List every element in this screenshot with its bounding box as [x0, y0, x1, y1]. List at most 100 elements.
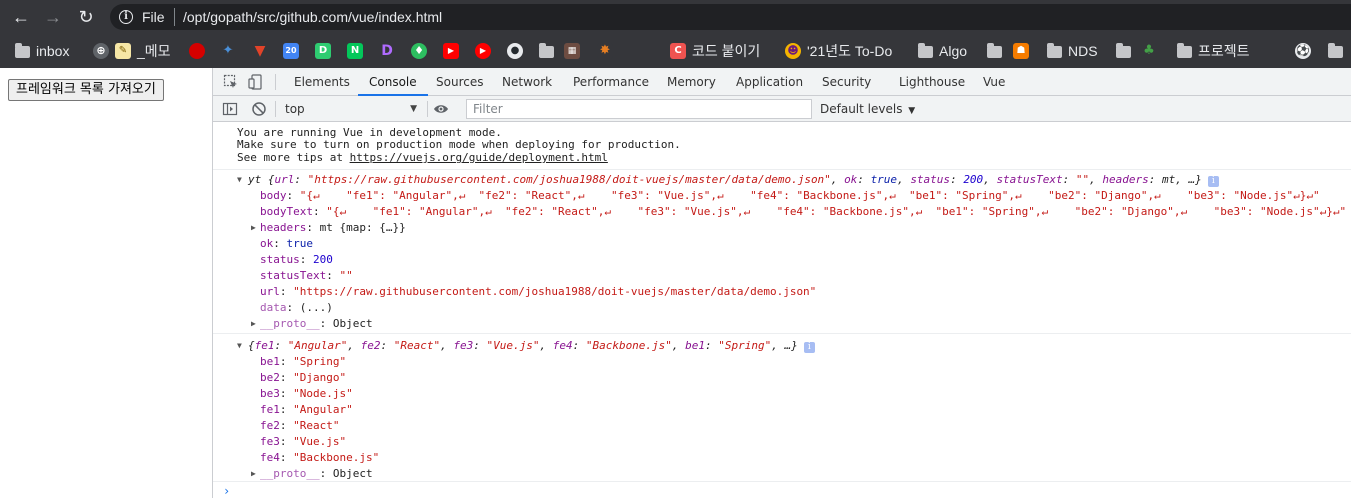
summary-value: "Spring" — [718, 339, 772, 352]
bookmark-gitlab-icon[interactable]: ▼ — [252, 40, 268, 62]
tab-network[interactable]: Network — [502, 68, 552, 96]
context-selector[interactable]: top ▼ — [285, 99, 421, 119]
bookmark-film-icon[interactable]: ▦ — [564, 40, 580, 62]
bookmark-shirt-icon[interactable]: ♣ — [1141, 40, 1157, 62]
bookmark-label: 코드 붙이기 — [692, 43, 761, 59]
bookmark-label: Algo — [939, 43, 968, 59]
sidebar-toggle-icon[interactable] — [222, 101, 238, 117]
prop-statustext: statusText: "" — [260, 269, 353, 282]
context-value: top — [285, 102, 305, 116]
bookmark-folder-2[interactable] — [987, 40, 1002, 62]
prop-proto[interactable]: __proto__: Object — [260, 466, 373, 482]
prop-be1: be1: "Spring" — [260, 354, 346, 370]
folder-icon — [1328, 43, 1343, 58]
collapsed-triangle-icon[interactable]: ▶ — [251, 466, 256, 482]
tab-application[interactable]: Application — [736, 68, 803, 96]
tab-performance[interactable]: Performance — [573, 68, 649, 96]
summary-key: be1 — [685, 339, 706, 352]
console-output[interactable]: You are running Vue in development mode.… — [213, 122, 1351, 498]
bookmark-calendar-icon[interactable]: 20 — [283, 40, 299, 62]
response-summary[interactable]: yt {url: "https://raw.githubusercontent.… — [248, 172, 1219, 188]
live-expression-eye-icon[interactable] — [433, 101, 449, 117]
collapsed-triangle-icon[interactable]: ▶ — [251, 316, 256, 332]
bookmark-ytmusic-icon[interactable]: ▶ — [475, 40, 491, 62]
clear-console-icon[interactable] — [251, 101, 267, 117]
prop-value: "Backbone.js" — [293, 451, 380, 464]
prop-key: be2 — [260, 371, 280, 384]
bookmark-project[interactable]: 프로젝트 — [1177, 40, 1250, 62]
tab-sources[interactable]: Sources — [436, 68, 483, 96]
fetch-frameworks-button[interactable]: 프레임워크 목록 가져오기 — [8, 79, 164, 101]
console-filter-input[interactable] — [466, 99, 812, 119]
bookmark-github-icon[interactable]: ● — [507, 40, 523, 62]
prop-data[interactable]: data: (...) — [260, 300, 333, 316]
folder-icon — [918, 43, 933, 58]
bookmark-label: inbox — [36, 43, 70, 59]
bookmark-folder-4[interactable] — [1328, 40, 1343, 62]
bookmark-naver-icon[interactable]: N — [347, 40, 363, 62]
caret-down-icon: ▼ — [908, 106, 916, 116]
expanded-triangle-icon[interactable]: ▼ — [237, 172, 242, 188]
bookmark-memo[interactable]: ⊕ ✎ _메모 — [93, 40, 171, 62]
bookmark-folder-3[interactable] — [1116, 40, 1131, 62]
calendar-icon: 20 — [283, 43, 299, 59]
bookmark-soccer-icon[interactable]: ⚽ — [1295, 40, 1311, 62]
object-summary[interactable]: {fe1: "Angular", fe2: "React", fe3: "Vue… — [248, 338, 815, 354]
address-divider — [174, 8, 175, 26]
bookmark-evernote-icon[interactable]: ♦ — [411, 40, 427, 62]
site-info-icon[interactable]: i — [119, 10, 133, 24]
tab-vue[interactable]: Vue — [983, 68, 1005, 96]
folder-icon — [1047, 43, 1062, 58]
bookmark-algo[interactable]: Algo — [918, 40, 967, 62]
prop-headers[interactable]: headers: mt {map: {…}} — [260, 220, 406, 236]
bookmark-youtube-icon[interactable]: ▶ — [443, 40, 459, 62]
tab-elements[interactable]: Elements — [294, 68, 350, 96]
prop-proto[interactable]: __proto__: Object — [260, 316, 373, 332]
device-toggle-icon[interactable] — [248, 74, 264, 90]
bookmark-code-paste[interactable]: C 코드 붙이기 — [670, 40, 760, 62]
bookmark-robot-icon[interactable]: ☗ — [1013, 40, 1029, 62]
bookmarks-bar: inbox ⊕ ✎ _메모 ✦ ▼ 20 D N D ♦ ▶ ▶ ● ▦ ✸ C… — [0, 34, 1351, 68]
toolbar-divider — [275, 101, 276, 117]
prop-key: be3 — [260, 387, 280, 400]
tab-security[interactable]: Security — [822, 68, 871, 96]
bookmark-folder-1[interactable] — [539, 40, 554, 62]
summary-key: fe1 — [254, 339, 275, 352]
summary-value: "React" — [393, 339, 441, 352]
bookmark-d-green-icon[interactable]: D — [315, 40, 331, 62]
collapsed-triangle-icon[interactable]: ▶ — [251, 220, 256, 236]
bookmark-inbox[interactable]: inbox — [15, 40, 69, 62]
bookmark-nds[interactable]: NDS — [1047, 40, 1098, 62]
toolbar-divider — [427, 101, 428, 117]
summary-open: { — [248, 339, 255, 352]
inspect-element-icon[interactable] — [223, 74, 239, 90]
bookmark-fox-icon[interactable]: ✸ — [597, 40, 613, 62]
bookmark-red-icon[interactable] — [189, 40, 205, 62]
bookmark-label: 프로젝트 — [1198, 43, 1250, 59]
red-circle-icon — [189, 43, 205, 59]
browser-chrome: ← → ↻ i File /opt/gopath/src/github.com/… — [0, 0, 1351, 68]
bookmark-label: NDS — [1068, 43, 1098, 59]
tab-lighthouse[interactable]: Lighthouse — [899, 68, 965, 96]
back-icon[interactable]: ← — [9, 5, 33, 29]
forward-icon[interactable]: → — [41, 5, 65, 29]
expanded-triangle-icon[interactable]: ▼ — [237, 338, 242, 354]
summary-value: "Angular" — [287, 339, 348, 352]
console-prompt[interactable]: › — [223, 484, 230, 498]
caret-down-icon: ▼ — [410, 104, 417, 114]
prop-colon: : — [279, 387, 294, 400]
bookmark-todo[interactable]: ☻ '21년도 To-Do — [785, 40, 892, 62]
reload-icon[interactable]: ↻ — [74, 5, 98, 29]
deployment-guide-link[interactable]: https://vuejs.org/guide/deployment.html — [350, 151, 608, 164]
summary-key: fe2 — [360, 339, 381, 352]
bookmark-d-purple-icon[interactable]: D — [379, 40, 395, 62]
prop-body: body: "{↵ "fe1": "Angular",↵ "fe2": "Rea… — [260, 189, 1320, 202]
summary-separator: , — [983, 173, 997, 186]
prop-colon: : — [279, 355, 294, 368]
tab-memory[interactable]: Memory — [667, 68, 716, 96]
log-levels-dropdown[interactable]: Default levels ▼ — [820, 99, 915, 119]
bookmark-bird-icon[interactable]: ✦ — [220, 40, 236, 62]
address-bar[interactable]: i File /opt/gopath/src/github.com/vue/in… — [110, 4, 1351, 30]
tab-console[interactable]: Console — [358, 68, 428, 96]
url-text[interactable]: /opt/gopath/src/github.com/vue/index.htm… — [183, 9, 442, 25]
